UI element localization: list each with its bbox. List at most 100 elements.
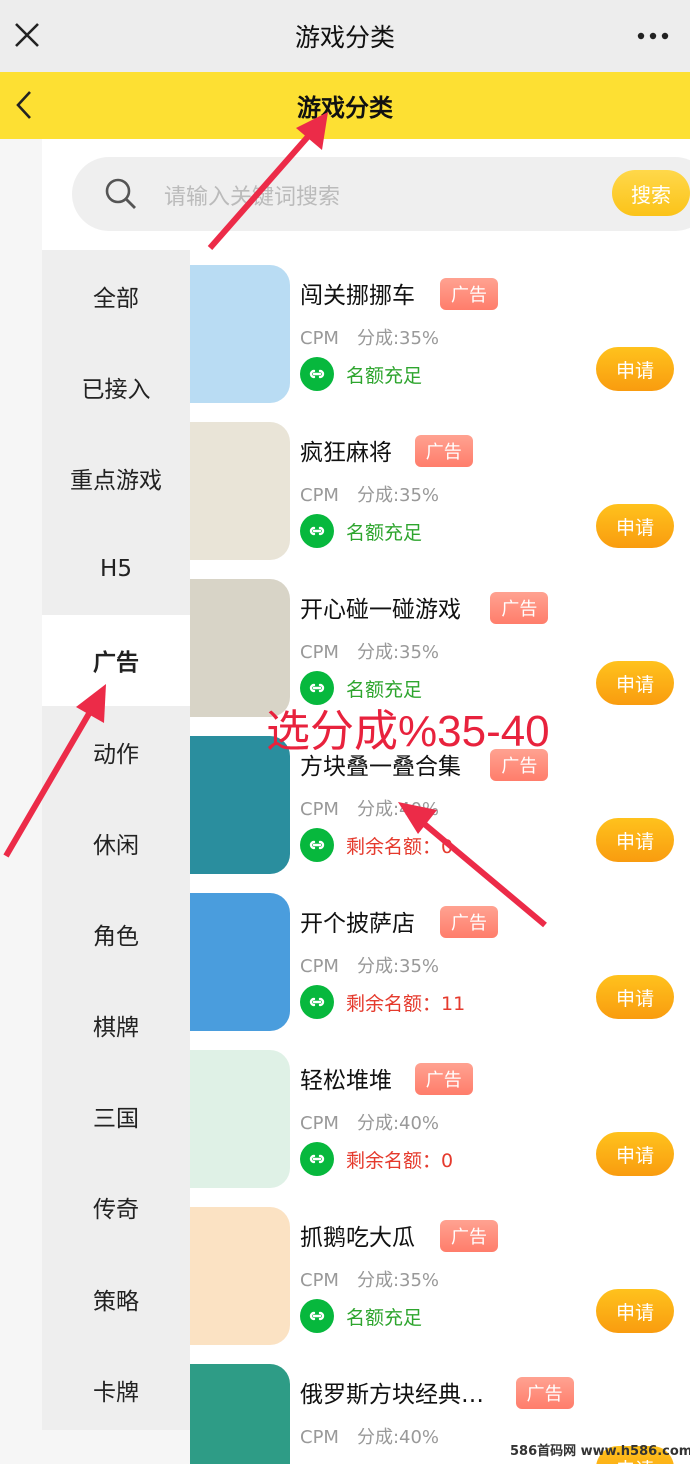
search-box[interactable]: 请输入关键词搜索 搜索 [72,157,690,231]
search-input[interactable]: 请输入关键词搜索 [164,179,340,211]
game-meta: CPM 分成:40% [300,1423,439,1449]
revenue-share: 分成:35% [356,485,440,506]
apply-button[interactable]: 申请 [596,1289,674,1333]
apply-button[interactable]: 申请 [596,661,674,705]
game-list-item[interactable]: 方块叠一叠合集 广告 CPM 分成:40% 剩余名额：0 申请 [190,721,690,878]
game-thumbnail [190,736,290,874]
game-list-item[interactable]: 闯关挪挪车 广告 CPM 分成:35% 名额充足 申请 [190,250,690,407]
mini-program-icon [300,671,334,705]
window-title: 游戏分类 [294,23,395,52]
content-area: 请输入关键词搜索 搜索 全部 已接入 重点游戏 H5 广告 动作 休闲 角色 棋牌 三国 传奇 策略卡… [0,139,690,1464]
ad-tag: 广告 [440,278,498,310]
game-name: 俄罗斯方块经典… [300,1382,484,1408]
apply-button[interactable]: 申请 [596,1446,674,1464]
apply-button[interactable]: 申请 [596,818,674,862]
billing-type: CPM [300,485,339,506]
category-item[interactable]: 休闲 [42,797,190,888]
category-item[interactable]: 重点游戏 [42,432,190,523]
game-name: 抓鹅吃大瓜 [300,1225,415,1251]
ad-tag: 广告 [515,1377,574,1409]
ad-tag: 广告 [414,435,473,467]
mini-program-icon [300,828,334,862]
ad-tag: 广告 [490,592,549,624]
quota-status: 剩余名额：11 [300,984,465,1020]
game-meta: CPM 分成:35% [300,481,439,507]
category-sidebar: 全部 已接入 重点游戏 H5 广告 动作 休闲 角色 棋牌 三国 传奇 策略 卡牌 [42,250,190,1430]
billing-type: CPM [300,799,339,820]
category-item[interactable]: H5 [42,524,190,615]
game-list-item[interactable]: 俄罗斯方块经典… 广告 CPM 分成:40% 申请 [190,1349,690,1464]
mini-program-icon [300,514,334,548]
game-name: 闯关挪挪车 [300,283,415,309]
revenue-share: 分成:40% [356,1113,440,1134]
game-list-item[interactable]: 疯狂麻将 广告 CPM 分成:35% 名额充足 申请 [190,407,690,564]
game-name: 疯狂麻将 [300,440,392,466]
revenue-share: 分成:40% [356,799,440,820]
game-meta: CPM 分成:35% [300,1266,439,1292]
billing-type: CPM [300,328,339,349]
mini-program-icon [300,357,334,391]
search-button[interactable]: 搜索 [612,170,690,216]
apply-button[interactable]: 申请 [596,504,674,548]
category-item[interactable]: 传奇 [42,1162,190,1253]
quota-status: 名额充足 [300,513,422,549]
billing-type: CPM [300,1113,339,1134]
quota-text: 剩余名额：0 [346,1149,454,1172]
category-item[interactable]: 广告 [42,614,190,706]
game-meta: CPM 分成:35% [300,324,439,350]
quota-status: 剩余名额：0 [300,1141,453,1177]
game-meta: CPM 分成:35% [300,952,439,978]
close-icon[interactable] [12,20,42,50]
ad-tag: 广告 [490,749,549,781]
game-thumbnail [190,265,290,403]
game-thumbnail [190,1364,290,1464]
game-thumbnail [190,1207,290,1345]
quota-status: 名额充足 [300,356,422,392]
apply-button[interactable]: 申请 [596,347,674,391]
billing-type: CPM [300,956,339,977]
game-thumbnail [190,422,290,560]
ad-tag: 广告 [440,906,498,938]
category-item[interactable]: 卡牌 [42,1344,190,1435]
category-item[interactable]: 三国 [42,1071,190,1162]
category-item[interactable]: 已接入 [42,341,190,432]
billing-type: CPM [300,1270,339,1291]
game-meta: CPM 分成:35% [300,638,439,664]
game-list-item[interactable]: 轻松堆堆 广告 CPM 分成:40% 剩余名额：0 申请 [190,1035,690,1192]
category-item[interactable]: 棋牌 [42,980,190,1071]
mini-program-icon [300,1142,334,1176]
quota-text: 名额充足 [346,678,423,701]
game-list-item[interactable]: 抓鹅吃大瓜 广告 CPM 分成:35% 名额充足 申请 [190,1192,690,1349]
mini-program-icon [300,1299,334,1333]
quota-status: 名额充足 [300,670,422,706]
game-meta: CPM 分成:40% [300,795,439,821]
search-icon [105,178,136,209]
game-name: 方块叠一叠合集 [300,754,461,780]
search-bar: 请输入关键词搜索 搜索 [42,139,690,250]
game-thumbnail [190,893,290,1031]
category-item[interactable]: 全部 [42,250,190,341]
game-name: 轻松堆堆 [300,1068,392,1094]
game-list: 闯关挪挪车 广告 CPM 分成:35% 名额充足 申请 疯狂麻将 广告 CPM 分成:35% 名额充… [190,250,690,1464]
page-title: 游戏分类 [297,94,393,122]
quota-text: 名额充足 [346,364,423,387]
more-icon[interactable] [636,24,670,48]
category-item[interactable]: 策略 [42,1253,190,1344]
quota-status: 名额充足 [300,1298,422,1334]
quota-text: 剩余名额：0 [346,835,454,858]
ad-tag: 广告 [440,1220,498,1252]
game-name: 开心碰一碰游戏 [300,597,461,623]
apply-button[interactable]: 申请 [596,975,674,1019]
category-item[interactable]: 角色 [42,888,190,979]
apply-button[interactable]: 申请 [596,1132,674,1176]
billing-type: CPM [300,642,339,663]
game-list-item[interactable]: 开个披萨店 广告 CPM 分成:35% 剩余名额：11 申请 [190,878,690,1035]
back-icon[interactable] [12,88,36,122]
game-name: 开个披萨店 [300,911,415,937]
category-item[interactable]: 动作 [42,706,190,797]
game-list-item[interactable]: 开心碰一碰游戏 广告 CPM 分成:35% 名额充足 申请 [190,564,690,721]
page-header: 游戏分类 [0,72,690,139]
game-thumbnail [190,579,290,717]
game-meta: CPM 分成:40% [300,1109,439,1135]
revenue-share: 分成:35% [356,642,440,663]
